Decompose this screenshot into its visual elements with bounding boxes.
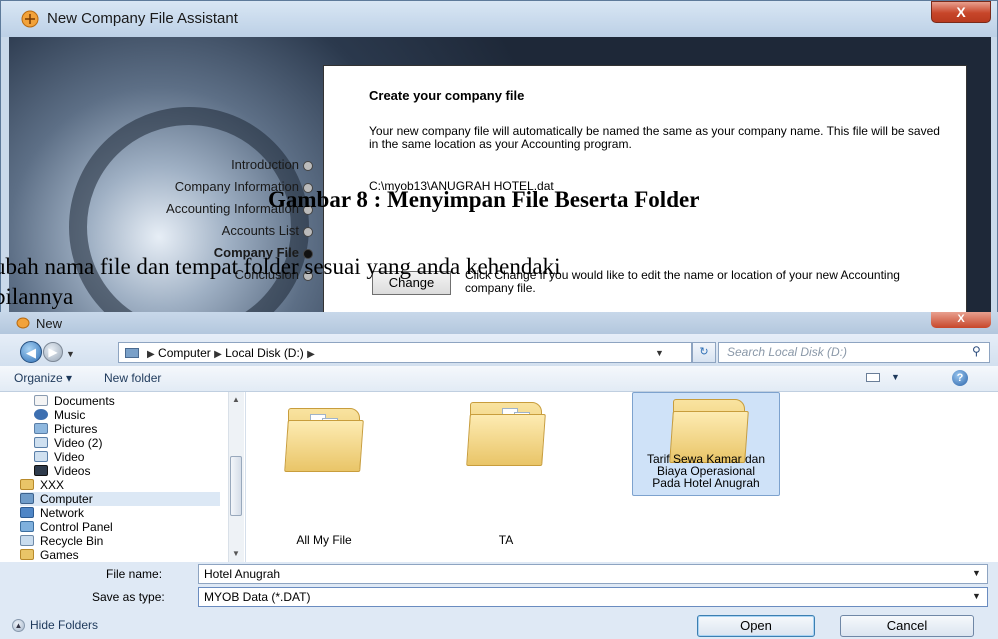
nav-item-network[interactable]: Network	[20, 506, 84, 520]
nav-item-videos[interactable]: Videos	[34, 464, 90, 478]
figure-caption: Gambar 8 : Menyimpan File Beserta Folder	[268, 187, 700, 212]
save-dialog-window: New X ◀ ▶ ▼ ▶ Computer ▶ Local Disk (D:)…	[0, 312, 998, 639]
pictures-icon	[34, 423, 48, 434]
save-type-label: Save as type:	[92, 590, 165, 604]
open-button[interactable]: Open	[697, 615, 815, 637]
dialog-title: New	[36, 316, 63, 331]
folder-label: All My File	[296, 533, 352, 547]
help-icon: ?	[956, 372, 964, 384]
music-icon	[34, 409, 48, 420]
nav-item-recycle-bin[interactable]: Recycle Bin	[20, 534, 103, 548]
chevron-down-icon[interactable]: ▼	[655, 348, 664, 358]
breadcrumb-separator-icon: ▶	[147, 349, 155, 360]
close-button[interactable]: X	[931, 1, 991, 23]
breadcrumb-local-disk[interactable]: Local Disk (D:)	[225, 346, 304, 360]
nav-item-pictures[interactable]: Pictures	[34, 422, 97, 436]
search-icon[interactable]: ⚲	[972, 344, 981, 358]
myob-app-icon	[21, 10, 39, 28]
nav-item-control-panel[interactable]: Control Panel	[20, 520, 113, 534]
view-options-icon[interactable]	[866, 373, 880, 382]
panel-heading: Create your company file	[369, 88, 525, 103]
folder-icon	[20, 479, 34, 490]
save-type-select[interactable]: MYOB Data (*.DAT)	[198, 587, 988, 607]
back-button[interactable]: ◀	[20, 341, 42, 363]
nav-item-video-2[interactable]: Video (2)	[34, 436, 102, 450]
close-icon: X	[957, 313, 965, 325]
folder-front	[284, 420, 364, 472]
network-icon	[20, 507, 34, 518]
breadcrumb: ▶ Computer ▶ Local Disk (D:) ▶	[147, 346, 315, 360]
forward-button[interactable]: ▶	[43, 342, 63, 362]
chevron-down-icon[interactable]: ▼	[972, 591, 981, 601]
folder-ta[interactable]	[466, 400, 546, 466]
nav-item-xxx[interactable]: XXX	[20, 478, 64, 492]
step-accounts-list: Accounts List	[83, 223, 313, 238]
scroll-up-icon[interactable]: ▲	[232, 395, 240, 404]
search-input[interactable]: Search Local Disk (D:)	[718, 342, 990, 363]
nav-item-documents[interactable]: Documents	[34, 394, 115, 408]
help-button[interactable]: ?	[952, 370, 968, 386]
computer-icon	[125, 348, 139, 358]
hide-folders-button[interactable]: Hide Folders	[30, 618, 98, 632]
videos-icon	[34, 465, 48, 476]
scroll-down-icon[interactable]: ▼	[232, 549, 240, 558]
nav-item-games[interactable]: Games	[20, 548, 79, 562]
window-title: New Company File Assistant	[47, 10, 238, 27]
step-introduction: Introduction	[83, 157, 313, 172]
document-text-line: pilannya	[0, 284, 74, 309]
organize-button[interactable]: Organize ▾	[14, 371, 72, 385]
nav-item-music[interactable]: Music	[34, 408, 85, 422]
chevron-down-icon[interactable]: ▼	[891, 372, 900, 382]
command-toolbar: Organize ▾ New folder ▼ ?	[0, 366, 998, 392]
file-list-pane: All My File TA Tarif Sewa Kamar dan Biay…	[246, 392, 998, 562]
cancel-button[interactable]: Cancel	[840, 615, 974, 637]
breadcrumb-computer[interactable]: Computer	[158, 346, 211, 360]
breadcrumb-separator-icon: ▶	[307, 349, 315, 360]
folder-label: Tarif Sewa Kamar dan Biaya Operasional P…	[646, 452, 766, 490]
forward-arrow-icon: ▶	[48, 345, 58, 359]
recycle-bin-icon	[20, 535, 34, 546]
step-dot-icon	[303, 226, 313, 237]
folder-all-my-file[interactable]	[284, 406, 364, 472]
breadcrumb-separator-icon: ▶	[214, 349, 222, 360]
scrollbar-thumb[interactable]	[230, 456, 242, 516]
myob-app-icon	[16, 317, 30, 329]
control-panel-icon	[20, 521, 34, 532]
refresh-button[interactable]: ↻	[692, 342, 716, 363]
nav-item-computer[interactable]: Computer	[20, 492, 220, 506]
step-dot-icon	[303, 160, 313, 171]
nav-item-video[interactable]: Video	[34, 450, 84, 464]
games-icon	[20, 549, 34, 560]
folder-tarif-sewa-kamar[interactable]: Tarif Sewa Kamar dan Biaya Operasional P…	[632, 392, 780, 496]
recent-locations-button[interactable]: ▼	[66, 349, 75, 359]
refresh-icon: ↻	[699, 346, 709, 358]
panel-description: Your new company file will automatically…	[369, 124, 940, 151]
title-bar: New Company File Assistant X	[1, 1, 997, 37]
dialog-close-button[interactable]: X	[931, 312, 991, 328]
computer-icon	[20, 493, 34, 504]
video-library-icon	[34, 451, 48, 462]
documents-icon	[34, 395, 48, 406]
file-name-input[interactable]: Hotel Anugrah	[198, 564, 988, 584]
new-folder-button[interactable]: New folder	[104, 371, 161, 385]
navigation-pane: Documents Music Pictures Video (2) Video…	[0, 392, 246, 562]
video-library-icon	[34, 437, 48, 448]
folder-label: TA	[498, 533, 514, 547]
address-bar[interactable]: ▶ Computer ▶ Local Disk (D:) ▶ ▼	[118, 342, 692, 363]
file-name-label: File name:	[106, 567, 163, 581]
chevron-down-icon[interactable]: ▼	[972, 568, 981, 578]
back-arrow-icon: ◀	[26, 345, 36, 360]
chevron-up-icon[interactable]: ▲	[12, 619, 25, 632]
save-form: File name: Hotel Anugrah ▼ Save as type:…	[0, 562, 998, 639]
document-text-line: ubah nama file dan tempat folder sesuai …	[0, 254, 561, 279]
dialog-title-bar: New X	[0, 312, 998, 334]
chevron-down-icon: ▼	[66, 349, 75, 359]
folder-front	[466, 414, 546, 466]
close-icon: X	[956, 4, 966, 20]
